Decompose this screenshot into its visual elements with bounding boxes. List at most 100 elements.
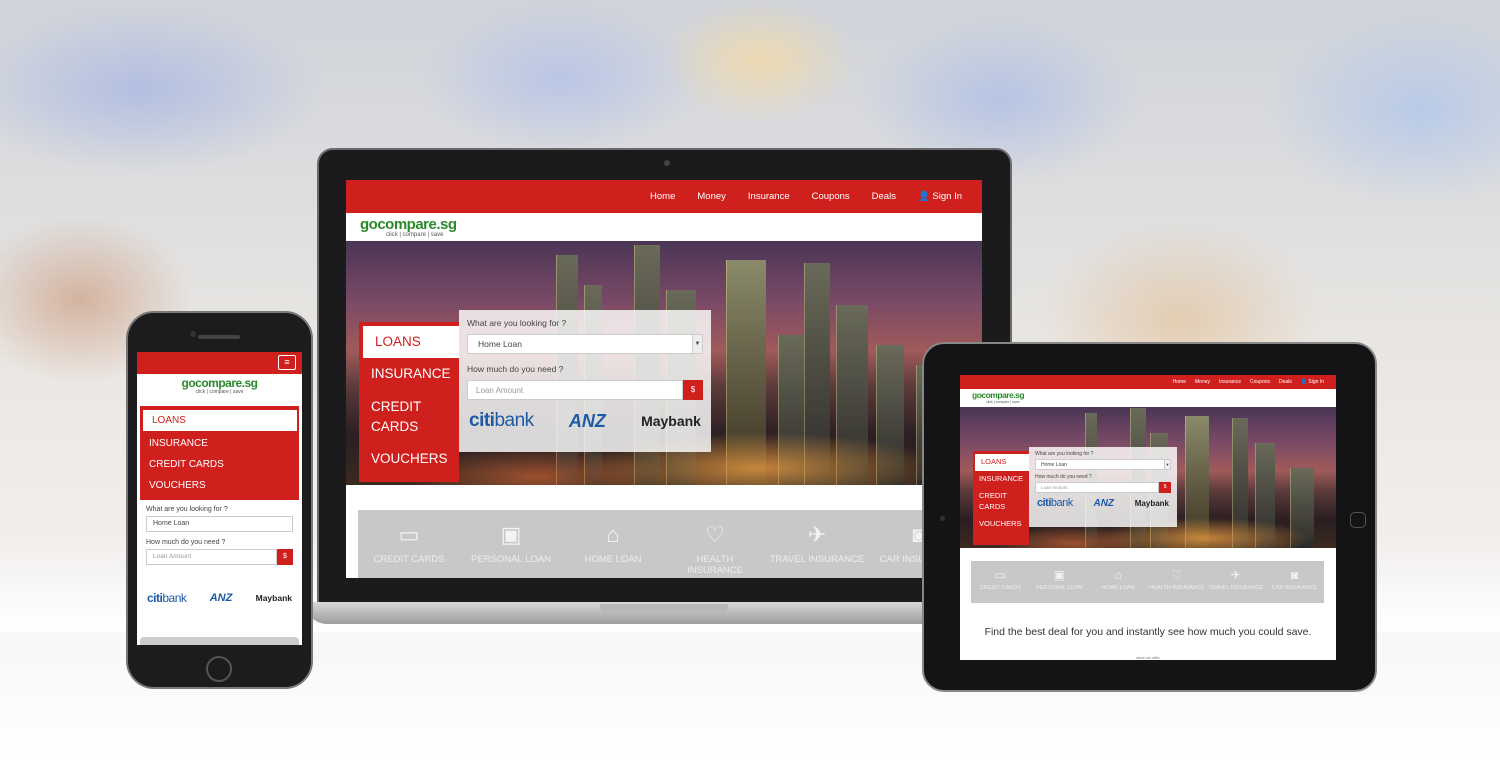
- laptop-camera: [664, 160, 670, 166]
- nav-coupons[interactable]: Coupons: [812, 191, 850, 202]
- tablet-chevron-down-icon: ▼: [1164, 460, 1170, 469]
- menu-insurance[interactable]: INSURANCE: [359, 358, 459, 390]
- category-travel-insurance[interactable]: ✈ TRAVEL INSURANCE: [770, 522, 865, 565]
- signin-label: Sign In: [932, 191, 962, 202]
- category-health-insurance[interactable]: ♡ HEALTH INSURANCE: [668, 522, 763, 576]
- phone-screen: ≡ gocompare.sg click | compare | save LO…: [137, 352, 302, 645]
- tablet-search-panel: What are you looking for ? Home Loan ▼ Ho…: [1029, 447, 1177, 527]
- category-credit-cards[interactable]: ▭ CREDIT CARDS: [362, 522, 457, 565]
- tablet-credit-card-icon: ▭: [994, 568, 1007, 582]
- laptop-notch: [600, 604, 728, 614]
- tablet-nav-money[interactable]: Money: [1195, 379, 1210, 385]
- tablet-loan-amount-input[interactable]: Loan Amount: [1035, 482, 1159, 493]
- tablet-menu-loans[interactable]: LOANS: [975, 454, 1029, 471]
- tablet-home-button: [1350, 512, 1366, 528]
- tablet-nav-signin[interactable]: 👤 Sign In: [1301, 379, 1324, 385]
- phone-menu-vouchers[interactable]: VOUCHERS: [140, 475, 299, 496]
- tablet-category-travel-insurance[interactable]: ✈ TRAVEL INSURANCE: [1207, 568, 1264, 603]
- tablet-nav-home[interactable]: Home: [1173, 379, 1186, 385]
- tablet-money-icon: ▣: [1053, 568, 1065, 582]
- maybank-logo: Maybank: [641, 413, 701, 429]
- product-menu: LOANS INSURANCE CREDIT CARDS VOUCHERS: [359, 322, 459, 482]
- money-icon: ▣: [500, 522, 522, 547]
- phone-question-looking-for: What are you looking for ?: [146, 506, 228, 513]
- tablet-question-how-much: How much do you need ?: [1035, 474, 1092, 480]
- phone-home-button: [206, 656, 232, 682]
- category-personal-loan[interactable]: ▣ PERSONAL LOAN: [464, 522, 559, 565]
- logo-tagline: click | compare | save: [386, 232, 444, 238]
- phone-top-nav: ≡: [137, 352, 302, 374]
- tablet-airplane-icon: ✈: [1230, 568, 1241, 582]
- laptop-screen: Home Money Insurance Coupons Deals 👤 Sig…: [346, 180, 982, 578]
- phone-loan-amount-input[interactable]: Loan Amount: [146, 549, 277, 565]
- tablet-category-home-loan[interactable]: ⌂ HOME LOAN: [1090, 568, 1147, 603]
- airplane-icon: ✈: [807, 522, 827, 547]
- logo[interactable]: gocompare.sg: [360, 217, 968, 232]
- chevron-down-icon: ▼: [692, 335, 702, 353]
- tablet-currency-button[interactable]: $: [1159, 482, 1171, 493]
- question-looking-for: What are you looking for ?: [467, 318, 567, 328]
- top-nav: Home Money Insurance Coupons Deals 👤 Sig…: [346, 180, 982, 213]
- phone-loan-type-select[interactable]: Home Loan: [146, 516, 293, 532]
- user-icon: 👤: [917, 191, 933, 202]
- phone-camera: [190, 331, 196, 337]
- loan-type-select[interactable]: Home Loan ▼: [467, 334, 703, 354]
- tablet-category-bar: ▭ CREDIT CARDS ▣ PERSONAL LOAN ⌂ HOME LOAN …: [971, 561, 1324, 603]
- tablet-category-car-insurance[interactable]: ◙ CAR INSURANCE: [1266, 568, 1323, 603]
- tablet-category-credit-cards[interactable]: ▭ CREDIT CARDS: [972, 568, 1029, 603]
- nav-deals[interactable]: Deals: [872, 191, 896, 202]
- phone-logo[interactable]: gocompare.sg: [137, 377, 302, 389]
- tablet-header: gocompare.sg click | compare | save: [960, 389, 1336, 407]
- tablet-menu-insurance[interactable]: INSURANCE: [973, 471, 1029, 488]
- anz-logo: ANZ: [568, 410, 606, 431]
- tablet-nav-coupons[interactable]: Coupons: [1250, 379, 1270, 385]
- phone-menu-credit-cards[interactable]: CREDIT CARDS: [140, 454, 299, 475]
- tablet-nav-deals[interactable]: Deals: [1279, 379, 1292, 385]
- hamburger-menu-icon[interactable]: ≡: [278, 355, 296, 370]
- phone-speaker: [198, 335, 240, 339]
- tablet-menu-vouchers[interactable]: VOUCHERS: [973, 516, 1029, 533]
- select-value: Home Loan: [478, 339, 522, 349]
- phone-menu-insurance[interactable]: INSURANCE: [140, 433, 299, 454]
- phone-header: gocompare.sg click | compare | save: [137, 374, 302, 404]
- category-home-loan[interactable]: ⌂ HOME LOAN: [566, 522, 661, 565]
- tablet-bank-logos: citibank ANZ Maybank: [1035, 497, 1171, 509]
- menu-loans[interactable]: LOANS: [363, 326, 459, 359]
- tablet-logo[interactable]: gocompare.sg: [972, 391, 1324, 400]
- tablet-maybank-logo: Maybank: [1134, 498, 1169, 508]
- phone-menu-loans[interactable]: LOANS: [143, 410, 297, 431]
- phone-loan-amount-group: Loan Amount $: [146, 549, 293, 565]
- menu-credit-cards[interactable]: CREDIT CARDS: [359, 391, 459, 444]
- header: gocompare.sg click | compare | save: [346, 213, 982, 241]
- tablet-citibank-logo: citibank: [1037, 497, 1073, 509]
- phone-anz-logo: ANZ: [209, 592, 233, 604]
- tablet-category-health-insurance[interactable]: ♡ HEALTH INSURANCE: [1148, 568, 1205, 603]
- nav-signin[interactable]: 👤 Sign In: [918, 191, 962, 202]
- loan-amount-input[interactable]: Loan Amount: [467, 380, 683, 400]
- phone-bank-logos: citibank ANZ Maybank: [137, 579, 302, 605]
- tablet-camera: [940, 516, 945, 521]
- loan-amount-group: Loan Amount $: [467, 380, 703, 400]
- tablet-menu-credit-cards[interactable]: CREDIT CARDS: [973, 488, 1029, 516]
- tablet-home-icon: ⌂: [1114, 568, 1122, 582]
- phone-category-bar-edge: [140, 637, 299, 645]
- tablet-loan-type-select[interactable]: Home Loan ▼: [1035, 459, 1171, 470]
- nav-home[interactable]: Home: [650, 191, 675, 202]
- phone-search-form: What are you looking for ? Home Loan How…: [137, 502, 302, 579]
- currency-button[interactable]: $: [683, 380, 703, 400]
- tablet-deal-text: Find the best deal for you and instantly…: [984, 626, 1312, 638]
- nav-money[interactable]: Money: [697, 191, 726, 202]
- phone-currency-button[interactable]: $: [277, 549, 293, 565]
- tablet-nav-insurance[interactable]: Insurance: [1219, 379, 1241, 385]
- tablet-loan-amount-group: Loan Amount $: [1035, 482, 1171, 493]
- stethoscope-icon: ♡: [705, 522, 725, 547]
- search-panel: What are you looking for ? Home Loan ▼ Ho…: [459, 310, 711, 452]
- nav-insurance[interactable]: Insurance: [748, 191, 790, 202]
- tablet-category-personal-loan[interactable]: ▣ PERSONAL LOAN: [1031, 568, 1088, 603]
- tablet-screen: Home Money Insurance Coupons Deals 👤 Sig…: [960, 375, 1336, 660]
- phone-product-menu: LOANS INSURANCE CREDIT CARDS VOUCHERS: [140, 406, 299, 500]
- menu-vouchers[interactable]: VOUCHERS: [359, 443, 459, 475]
- phone-maybank-logo: Maybank: [255, 593, 292, 603]
- tablet-question-looking-for: What are you looking for ?: [1035, 451, 1094, 457]
- tablet-car-icon: ◙: [1290, 568, 1299, 582]
